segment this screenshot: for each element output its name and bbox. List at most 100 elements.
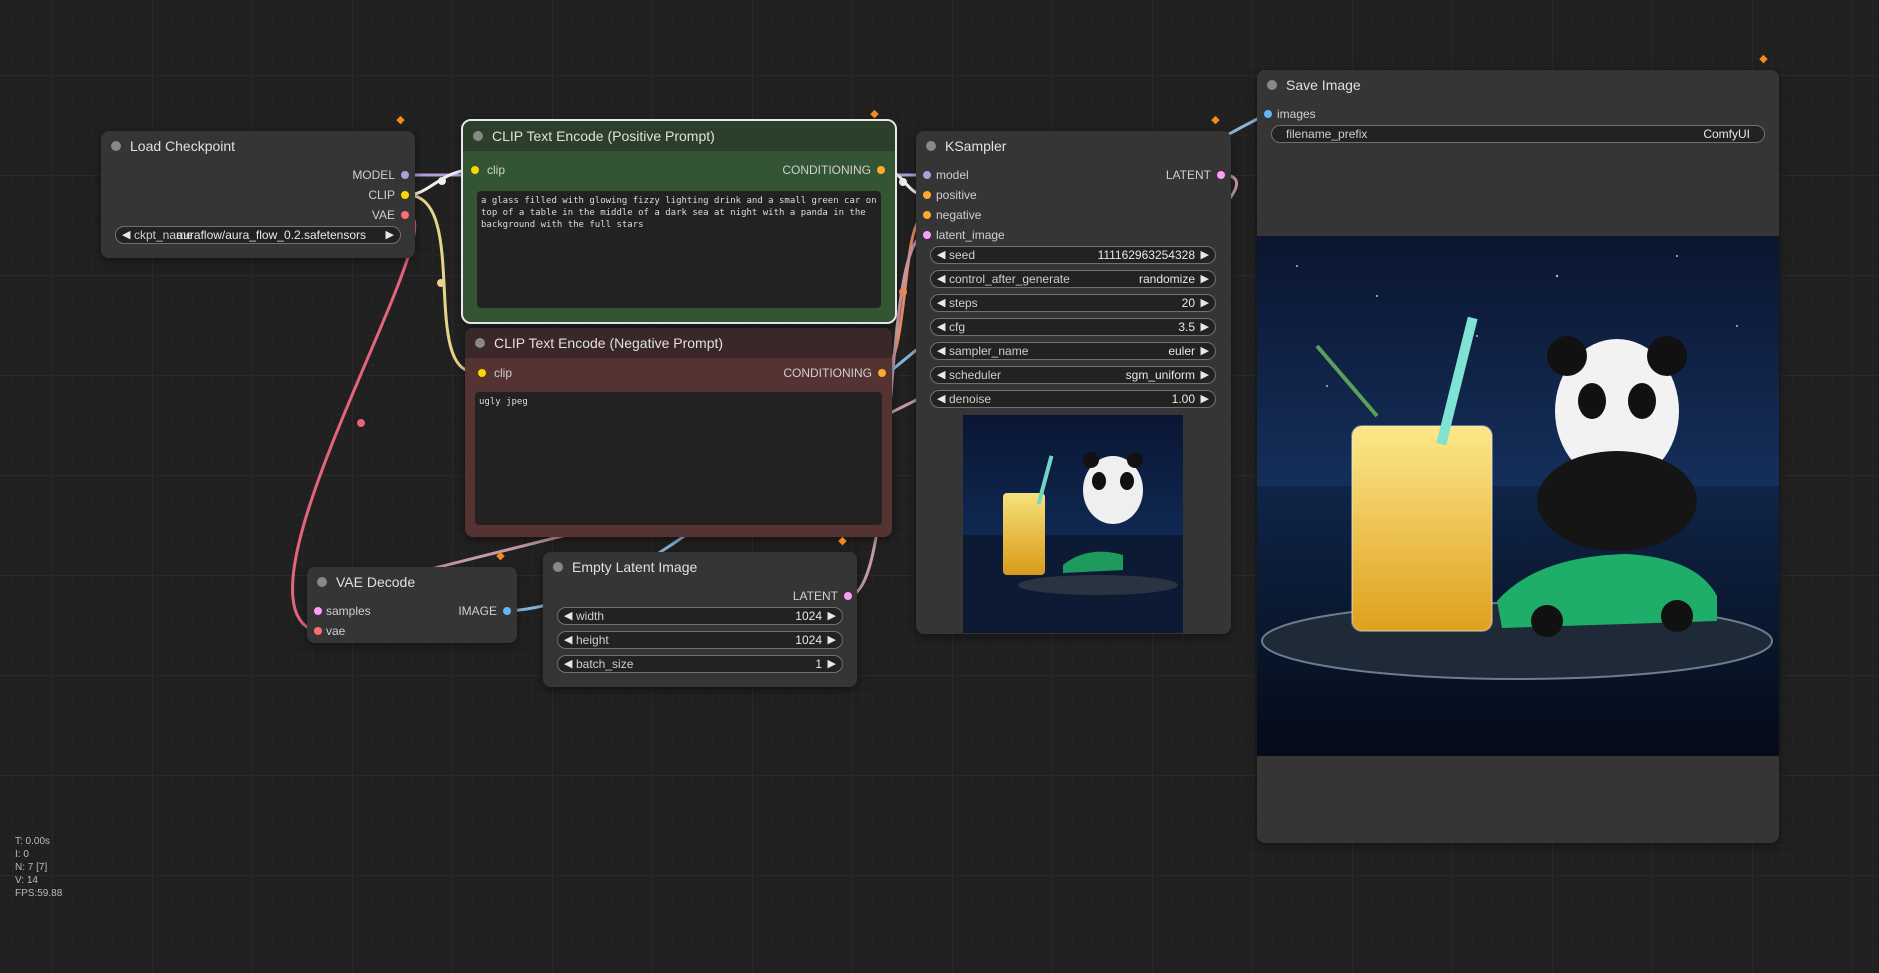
save-image-node[interactable]: Save Image images filename_prefix ComfyU… <box>1257 70 1779 843</box>
triangle-left-icon[interactable]: ◀ <box>937 296 945 309</box>
node-title[interactable]: Save Image <box>1257 70 1779 100</box>
input-positive[interactable]: positive <box>923 188 977 202</box>
slot-dot-icon[interactable] <box>923 171 931 179</box>
input-samples[interactable]: samples <box>314 604 371 618</box>
collapse-dot-icon[interactable] <box>473 131 483 141</box>
collapse-dot-icon[interactable] <box>926 141 936 151</box>
fox-badge-icon: ◆ <box>838 535 847 547</box>
triangle-left-icon[interactable]: ◀ <box>564 633 572 646</box>
node-title[interactable]: CLIP Text Encode (Positive Prompt) <box>463 121 895 151</box>
collapse-dot-icon[interactable] <box>317 577 327 587</box>
triangle-left-icon[interactable]: ◀ <box>937 248 945 261</box>
output-latent[interactable]: LATENT <box>1166 168 1225 182</box>
stat-fps: FPS:59.88 <box>15 888 63 899</box>
reroute-dot <box>899 288 907 296</box>
output-conditioning[interactable]: CONDITIONING <box>782 163 885 177</box>
node-title[interactable]: Empty Latent Image <box>543 552 857 582</box>
triangle-right-icon[interactable]: ▶ <box>1201 344 1209 357</box>
output-latent[interactable]: LATENT <box>793 589 852 603</box>
height-widget[interactable]: ◀ height 1024 ▶ <box>557 631 843 649</box>
slot-dot-icon[interactable] <box>478 369 486 377</box>
output-conditioning[interactable]: CONDITIONING <box>783 366 886 380</box>
positive-prompt-textarea[interactable]: a glass filled with glowing fizzy lighti… <box>477 191 881 308</box>
cfg-widget[interactable]: ◀ cfg 3.5 ▶ <box>930 318 1216 336</box>
node-title[interactable]: KSampler <box>916 131 1231 161</box>
triangle-right-icon[interactable]: ▶ <box>1201 248 1209 261</box>
slot-dot-icon[interactable] <box>471 166 479 174</box>
input-images[interactable]: images <box>1264 107 1316 121</box>
reroute-dot <box>437 279 445 287</box>
input-model[interactable]: model <box>923 168 969 182</box>
slot-dot-icon[interactable] <box>1217 171 1225 179</box>
slot-dot-icon[interactable] <box>1264 110 1272 118</box>
triangle-left-icon[interactable]: ◀ <box>937 368 945 381</box>
input-vae[interactable]: vae <box>314 624 345 638</box>
vae-decode-node[interactable]: VAE Decode samples vae IMAGE <box>307 567 517 643</box>
slot-dot-icon[interactable] <box>314 607 322 615</box>
node-title[interactable]: Load Checkpoint <box>101 131 415 161</box>
output-image <box>1257 236 1779 756</box>
triangle-left-icon[interactable]: ◀ <box>937 344 945 357</box>
slot-dot-icon[interactable] <box>401 191 409 199</box>
input-latent-image[interactable]: latent_image <box>923 228 1005 242</box>
output-model[interactable]: MODEL <box>352 168 409 182</box>
seed-widget[interactable]: ◀ seed 111162963254328 ▶ <box>930 246 1216 264</box>
collapse-dot-icon[interactable] <box>111 141 121 151</box>
triangle-right-icon[interactable]: ▶ <box>1201 320 1209 333</box>
triangle-right-icon[interactable]: ▶ <box>828 609 836 622</box>
empty-latent-image-node[interactable]: Empty Latent Image LATENT ◀ width 1024 ▶ ◀ h… <box>543 552 857 687</box>
clip-text-encode-positive-node[interactable]: CLIP Text Encode (Positive Prompt) clip … <box>461 119 897 324</box>
slot-dot-icon[interactable] <box>844 592 852 600</box>
clip-text-encode-negative-node[interactable]: CLIP Text Encode (Negative Prompt) clip … <box>465 328 892 537</box>
output-image[interactable]: IMAGE <box>458 604 511 618</box>
triangle-left-icon[interactable]: ◀ <box>564 609 572 622</box>
fox-badge-icon: ◆ <box>1759 53 1768 65</box>
triangle-right-icon[interactable]: ▶ <box>386 228 394 241</box>
input-clip[interactable]: clip <box>471 163 505 177</box>
slot-dot-icon[interactable] <box>923 191 931 199</box>
scheduler-widget[interactable]: ◀ scheduler sgm_uniform ▶ <box>930 366 1216 384</box>
sampler-name-widget[interactable]: ◀ sampler_name euler ▶ <box>930 342 1216 360</box>
triangle-right-icon[interactable]: ▶ <box>828 633 836 646</box>
collapse-dot-icon[interactable] <box>1267 80 1277 90</box>
steps-widget[interactable]: ◀ steps 20 ▶ <box>930 294 1216 312</box>
slot-dot-icon[interactable] <box>923 231 931 239</box>
filename-prefix-widget[interactable]: filename_prefix ComfyUI <box>1271 125 1765 143</box>
reroute-dot <box>357 419 365 427</box>
triangle-left-icon[interactable]: ◀ <box>937 272 945 285</box>
ckpt-name-combo[interactable]: ◀ ckpt_name auraflow/aura_flow_0.2.safet… <box>115 226 401 244</box>
stat-nodes: N: 7 [7] <box>15 862 48 873</box>
fox-badge-icon: ◆ <box>496 550 505 562</box>
triangle-right-icon[interactable]: ▶ <box>828 657 836 670</box>
triangle-left-icon[interactable]: ◀ <box>564 657 572 670</box>
load-checkpoint-node[interactable]: Load Checkpoint MODEL CLIP VAE ◀ ckpt_na… <box>101 131 415 258</box>
collapse-dot-icon[interactable] <box>475 338 485 348</box>
triangle-right-icon[interactable]: ▶ <box>1201 368 1209 381</box>
triangle-left-icon[interactable]: ◀ <box>122 228 130 241</box>
slot-dot-icon[interactable] <box>401 211 409 219</box>
node-title[interactable]: CLIP Text Encode (Negative Prompt) <box>465 328 892 358</box>
triangle-right-icon[interactable]: ▶ <box>1201 296 1209 309</box>
slot-dot-icon[interactable] <box>878 369 886 377</box>
control-after-generate-widget[interactable]: ◀ control_after_generate randomize ▶ <box>930 270 1216 288</box>
width-widget[interactable]: ◀ width 1024 ▶ <box>557 607 843 625</box>
output-clip[interactable]: CLIP <box>368 188 409 202</box>
triangle-right-icon[interactable]: ▶ <box>1201 272 1209 285</box>
output-vae[interactable]: VAE <box>372 208 409 222</box>
negative-prompt-textarea[interactable]: ugly jpeg <box>475 392 882 525</box>
triangle-left-icon[interactable]: ◀ <box>937 320 945 333</box>
ksampler-node[interactable]: KSampler model positive negative latent_… <box>916 131 1231 634</box>
input-clip[interactable]: clip <box>478 366 512 380</box>
denoise-widget[interactable]: ◀ denoise 1.00 ▶ <box>930 390 1216 408</box>
slot-dot-icon[interactable] <box>314 627 322 635</box>
slot-dot-icon[interactable] <box>923 211 931 219</box>
input-negative[interactable]: negative <box>923 208 981 222</box>
triangle-right-icon[interactable]: ▶ <box>1201 392 1209 405</box>
collapse-dot-icon[interactable] <box>553 562 563 572</box>
triangle-left-icon[interactable]: ◀ <box>937 392 945 405</box>
node-title[interactable]: VAE Decode <box>307 567 517 597</box>
slot-dot-icon[interactable] <box>401 171 409 179</box>
slot-dot-icon[interactable] <box>877 166 885 174</box>
slot-dot-icon[interactable] <box>503 607 511 615</box>
batch-size-widget[interactable]: ◀ batch_size 1 ▶ <box>557 655 843 673</box>
